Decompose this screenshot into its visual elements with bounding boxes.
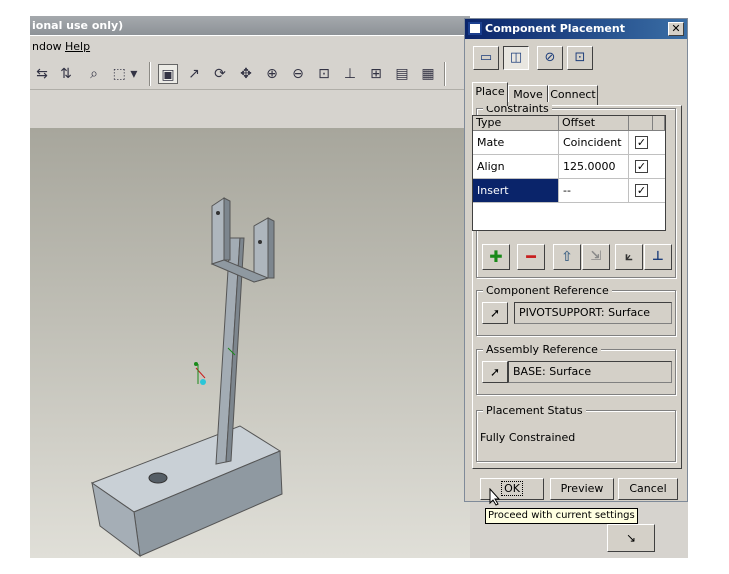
cancel-button[interactable]: Cancel (618, 478, 678, 500)
reorient-icon[interactable]: ⊥ (340, 64, 360, 84)
placement-status-group: Placement Status Fully Constrained (476, 404, 676, 462)
toolbar-separator (149, 62, 151, 86)
constraint-offset: Coincident (559, 131, 629, 154)
preview-button[interactable]: Preview (550, 478, 614, 500)
find-icon[interactable]: ⌕ (84, 64, 104, 84)
column-header-check (629, 116, 653, 131)
add-constraint-button[interactable]: ✚ (482, 244, 510, 270)
zoom-in-icon[interactable]: ⊕ (262, 64, 282, 84)
column-header-offset[interactable]: Offset (559, 116, 629, 131)
pan-icon[interactable]: ✥ (236, 64, 256, 84)
check-cell: ✓ (629, 155, 665, 178)
constraint-enabled-checkbox[interactable]: ✓ (635, 136, 648, 149)
3d-viewport[interactable] (30, 128, 470, 558)
zoom-out-icon[interactable]: ⊖ (288, 64, 308, 84)
constraint-type: Insert (473, 179, 559, 202)
menu-bar: ndow Help (30, 36, 470, 58)
regenerate-icon[interactable]: ⇆ (32, 64, 52, 84)
move-up-icon[interactable]: ⇧ (553, 244, 581, 270)
constraints-table[interactable]: Type Offset Mate Coincident ✓ Align 125.… (472, 115, 666, 231)
main-toolbar: ⇆ ⇅ ⌕ ⬚ ▾ ▣ ↗ ⟳ ✥ ⊕ ⊖ ⊡ ⊥ ⊞ ▤ ▦ (30, 58, 470, 90)
constraint-offset: 125.0000 (559, 155, 629, 178)
model-graphic (90, 197, 283, 558)
column-header-type[interactable]: Type (473, 116, 559, 131)
assembly-window-icon[interactable]: ◫ (503, 46, 529, 70)
pointer-icon[interactable]: ↘ (607, 524, 655, 552)
default-placement-icon[interactable]: ⊥ (644, 244, 672, 270)
background-area (470, 495, 688, 558)
separate-window-icon[interactable]: ▭ (473, 46, 499, 70)
table-row[interactable]: Mate Coincident ✓ (473, 131, 665, 155)
select-arrow-icon[interactable]: ➚ (482, 361, 508, 383)
component-reference-field[interactable]: PIVOTSUPPORT: Surface (514, 302, 672, 324)
menu-window[interactable]: ndow (32, 40, 62, 53)
tooltip: Proceed with current settings (485, 508, 638, 524)
toolbar-separator (444, 62, 446, 86)
dialog-title-bar: Component Placement ✕ (465, 19, 687, 39)
select-arrow-icon[interactable]: ➚ (482, 302, 508, 324)
repaint-icon[interactable]: ▣ (158, 64, 178, 84)
coordinate-icon[interactable]: ⟀ (615, 244, 643, 270)
mouse-cursor-icon (489, 487, 501, 509)
assembly-reference-label: Assembly Reference (483, 343, 601, 356)
spin-center-icon[interactable]: ↗ (184, 64, 204, 84)
window-icon (468, 22, 482, 35)
app-title-bar: ional use only) (30, 16, 470, 35)
saved-views-icon[interactable]: ⊞ (366, 64, 386, 84)
selection-box-icon[interactable]: ⬚ ▾ (110, 64, 140, 84)
constraint-offset: -- (559, 179, 629, 202)
orient-mode-icon[interactable]: ⟳ (210, 64, 230, 84)
menu-help[interactable]: Help (65, 40, 90, 53)
constraint-type: Mate (473, 131, 559, 154)
model-tree-icon[interactable]: ▦ (418, 64, 438, 84)
ok-button-label: OK (501, 481, 523, 496)
constraint-type: Align (473, 155, 559, 178)
assembly-reference-field[interactable]: BASE: Surface (508, 361, 672, 383)
dialog-title: Component Placement (485, 22, 625, 35)
check-cell: ✓ (629, 179, 665, 202)
tab-place[interactable]: Place (472, 82, 508, 106)
constraint-enabled-checkbox[interactable]: ✓ (635, 184, 648, 197)
placement-status-label: Placement Status (483, 404, 586, 417)
layers-icon[interactable]: ▤ (392, 64, 412, 84)
open-folder-icon[interactable]: ⊡ (567, 46, 593, 70)
refit-icon[interactable]: ⊡ (314, 64, 334, 84)
remove-constraint-button[interactable]: ━ (517, 244, 545, 270)
retrieve-icon[interactable]: ⊘ (537, 46, 563, 70)
constraint-enabled-checkbox[interactable]: ✓ (635, 160, 648, 173)
secondary-toolbar-strip (30, 90, 470, 128)
flip-icon[interactable]: ⇲ (582, 244, 610, 270)
column-header-scroll (653, 116, 665, 131)
table-row[interactable]: Insert -- ✓ (473, 179, 665, 203)
placement-status-value: Fully Constrained (480, 431, 576, 444)
close-button[interactable]: ✕ (668, 22, 684, 36)
tree-icon[interactable]: ⇅ (56, 64, 76, 84)
table-row[interactable]: Align 125.0000 ✓ (473, 155, 665, 179)
check-cell: ✓ (629, 131, 665, 154)
component-reference-label: Component Reference (483, 284, 612, 297)
tab-connect[interactable]: Connect (548, 85, 598, 105)
